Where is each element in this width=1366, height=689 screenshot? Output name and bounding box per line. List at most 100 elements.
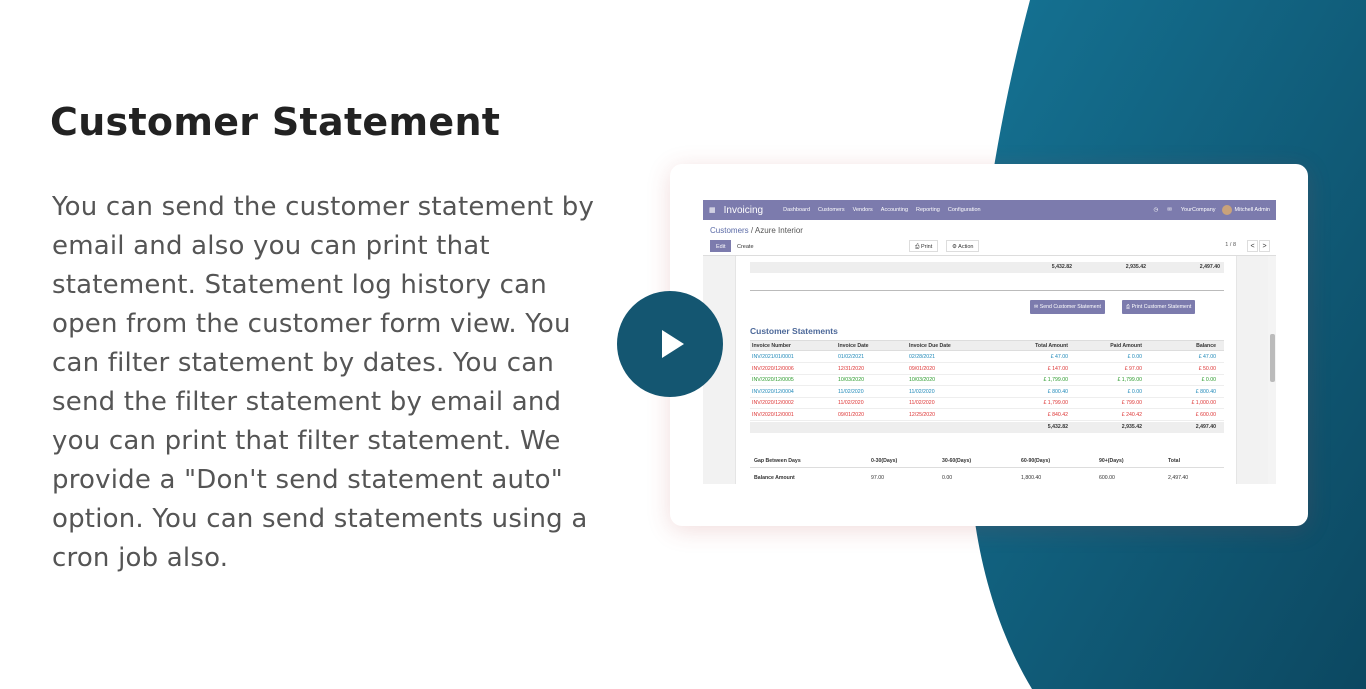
clock-icon[interactable]: ◷ bbox=[1153, 207, 1158, 213]
cell-balance: £ 800.40 bbox=[1195, 388, 1216, 395]
action-label: Action bbox=[958, 244, 974, 250]
cell-invoice-number: INV/2020/12/0004 bbox=[752, 388, 794, 395]
avatar[interactable] bbox=[1221, 205, 1232, 215]
col-invoice-number[interactable]: Invoice Number bbox=[752, 341, 791, 352]
cell-paid: £ 1,799.00 bbox=[1117, 377, 1142, 383]
paid-amount-sum: 2,935.42 bbox=[1121, 424, 1142, 430]
cell-invoice-date: 11/02/2020 bbox=[838, 388, 864, 395]
cell-due-date: 09/01/2020 bbox=[909, 365, 935, 372]
total-amount-sum: 5,432.82 bbox=[1047, 424, 1068, 430]
table-header: Invoice Number Invoice Date Invoice Due … bbox=[750, 340, 1224, 351]
cell-due-date: 11/02/2020 bbox=[909, 400, 935, 406]
divider bbox=[750, 290, 1224, 291]
page-heading: Customer Statement bbox=[50, 100, 501, 144]
user-menu[interactable]: Mitchell Admin bbox=[1235, 207, 1270, 213]
col-total-amount[interactable]: Total Amount bbox=[990, 341, 1068, 352]
col-paid-amount[interactable]: Paid Amount bbox=[1068, 341, 1142, 352]
col-invoice-date[interactable]: Invoice Date bbox=[838, 341, 869, 352]
gap-value-30-60: 0.00 bbox=[942, 475, 953, 481]
menu-dashboard[interactable]: Dashboard bbox=[783, 207, 810, 213]
gap-value-90-plus: 600.00 bbox=[1099, 475, 1115, 481]
table-row[interactable]: INV/2020/12/0006 12/31/2020 09/01/2020 £… bbox=[750, 364, 1224, 375]
cell-paid: £ 0.00 bbox=[1127, 388, 1142, 395]
menu-vendors[interactable]: Vendors bbox=[853, 207, 873, 213]
menu-accounting[interactable]: Accounting bbox=[881, 207, 908, 213]
cell-invoice-date: 11/02/2020 bbox=[838, 400, 864, 406]
table-row[interactable]: INV/2020/12/0001 09/01/2020 12/25/2020 £… bbox=[750, 410, 1224, 421]
gap-value-total: 2,497.40 bbox=[1168, 475, 1189, 481]
cell-invoice-number: INV/2020/12/0006 bbox=[752, 365, 794, 372]
cell-balance: £ 47.00 bbox=[1198, 354, 1216, 360]
cell-balance: £ 600.00 bbox=[1195, 411, 1216, 418]
cell-due-date: 12/25/2020 bbox=[909, 411, 935, 418]
table-row[interactable]: INV/2021/01/0001 01/02/2021 02/28/2021 £… bbox=[750, 352, 1224, 363]
gap-value-60-90: 1,800.40 bbox=[1021, 475, 1042, 481]
table-row[interactable]: INV/2020/12/0004 11/02/2020 11/02/2020 £… bbox=[750, 387, 1224, 398]
cell-due-date: 02/28/2021 bbox=[909, 354, 935, 360]
apps-grid-icon[interactable]: ▦ bbox=[709, 206, 716, 214]
company-switcher[interactable]: YourCompany bbox=[1181, 207, 1216, 213]
menu-reporting[interactable]: Reporting bbox=[916, 207, 940, 213]
pager-next-button[interactable]: > bbox=[1259, 240, 1270, 252]
play-video-button[interactable] bbox=[617, 291, 723, 397]
cell-invoice-date: 10/03/2020 bbox=[838, 377, 864, 383]
breadcrumb: Customers / Azure Interior bbox=[710, 226, 803, 235]
menu-customers[interactable]: Customers bbox=[818, 207, 845, 213]
cell-balance: £ 0.00 bbox=[1201, 377, 1216, 383]
table-row[interactable]: INV/2020/12/0002 11/02/2020 11/02/2020 £… bbox=[750, 398, 1224, 409]
balance-sum: 2,497.40 bbox=[1195, 424, 1216, 430]
gap-col-0-30: 0-30(Days) bbox=[871, 458, 898, 464]
form-background: 5,432.82 2,935.42 2,497.40 ✉ Send Custom… bbox=[703, 256, 1276, 484]
cell-invoice-number: INV/2021/01/0001 bbox=[752, 354, 794, 360]
cell-total: £ 147.00 bbox=[1047, 365, 1068, 372]
gap-row-label: Balance Amount bbox=[754, 475, 795, 481]
cell-paid: £ 240.42 bbox=[1121, 411, 1142, 418]
table-totals-row: 5,432.82 2,935.42 2,497.40 bbox=[750, 422, 1224, 433]
col-due-date[interactable]: Invoice Due Date bbox=[909, 341, 951, 352]
cell-invoice-date: 09/01/2020 bbox=[838, 411, 864, 418]
gap-value-0-30: 97.00 bbox=[871, 475, 884, 481]
cell-invoice-number: INV/2020/12/0005 bbox=[752, 377, 794, 383]
menu-configuration[interactable]: Configuration bbox=[948, 207, 981, 213]
vertical-scrollbar[interactable] bbox=[1268, 256, 1276, 484]
table-row[interactable]: INV/2020/12/0005 10/03/2020 10/03/2020 £… bbox=[750, 375, 1224, 386]
form-sheet: 5,432.82 2,935.42 2,497.40 ✉ Send Custom… bbox=[735, 256, 1237, 484]
scrollbar-thumb[interactable] bbox=[1270, 334, 1275, 382]
action-dropdown[interactable]: ⚙ Action bbox=[946, 240, 980, 252]
print-statement-label: Print Customer Statement bbox=[1131, 304, 1192, 310]
cell-balance: £ 1,000.00 bbox=[1191, 400, 1216, 406]
cell-paid: £ 0.00 bbox=[1127, 354, 1142, 360]
send-customer-statement-button[interactable]: ✉ Send Customer Statement bbox=[1030, 300, 1105, 314]
cell-due-date: 11/02/2020 bbox=[909, 388, 935, 395]
section-title: Customer Statements bbox=[750, 326, 838, 336]
gap-col-30-60: 30-60(Days) bbox=[942, 458, 972, 464]
pager-prev-button[interactable]: < bbox=[1247, 240, 1258, 252]
breadcrumb-customers[interactable]: Customers bbox=[710, 226, 749, 235]
print-customer-statement-button[interactable]: ⎙ Print Customer Statement bbox=[1122, 300, 1196, 314]
pager-value[interactable]: 1 / 8 bbox=[1225, 242, 1236, 248]
gap-col-label: Gap Between Days bbox=[754, 458, 801, 464]
breadcrumb-current: Azure Interior bbox=[754, 226, 803, 235]
top-totals-row: 5,432.82 2,935.42 2,497.40 bbox=[750, 262, 1224, 273]
app-name[interactable]: Invoicing bbox=[724, 205, 763, 216]
cell-due-date: 10/03/2020 bbox=[909, 377, 935, 383]
cell-total: £ 800.40 bbox=[1047, 388, 1068, 395]
col-balance[interactable]: Balance bbox=[1142, 341, 1216, 352]
edit-button[interactable]: Edit bbox=[710, 240, 732, 252]
control-panel: Customers / Azure Interior Edit Create ⎙… bbox=[703, 220, 1276, 256]
cell-total: £ 1,799.00 bbox=[1043, 377, 1068, 383]
gap-col-90-plus: 90+(Days) bbox=[1099, 458, 1124, 464]
top-navbar: ▦ Invoicing Dashboard Customers Vendors … bbox=[703, 200, 1276, 220]
top-balance: 2,497.40 bbox=[1199, 264, 1220, 270]
gap-table-header: Gap Between Days 0-30(Days) 30-60(Days) … bbox=[750, 454, 1224, 468]
cell-total: £ 47.00 bbox=[1050, 354, 1068, 360]
gap-col-60-90: 60-90(Days) bbox=[1021, 458, 1051, 464]
play-icon bbox=[662, 330, 684, 358]
print-dropdown[interactable]: ⎙ Print bbox=[909, 240, 939, 252]
send-statement-label: Send Customer Statement bbox=[1039, 304, 1101, 310]
cell-paid: £ 97.00 bbox=[1124, 365, 1142, 372]
chat-icon[interactable]: ✉ bbox=[1167, 207, 1172, 213]
gap-col-total: Total bbox=[1168, 458, 1181, 464]
create-button[interactable]: Create bbox=[731, 240, 760, 252]
cell-invoice-number: INV/2020/12/0002 bbox=[752, 400, 794, 406]
